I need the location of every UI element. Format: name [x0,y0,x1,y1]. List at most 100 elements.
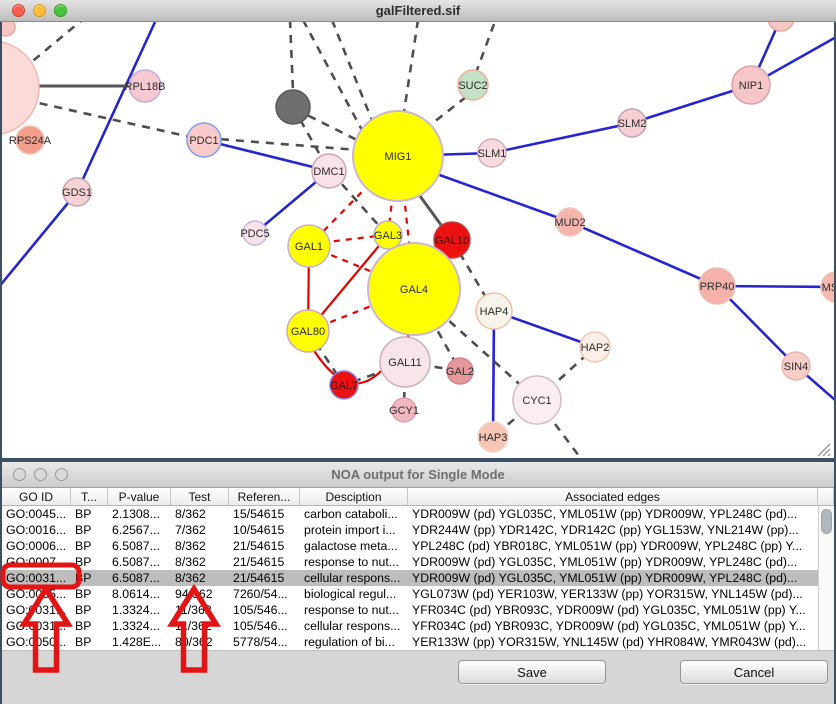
noa-window-titlebar[interactable]: NOA output for Single Mode [2,462,834,488]
column-header-t-[interactable]: T... [71,488,108,505]
cell-type: BP [71,602,108,618]
graph-edge[interactable] [290,22,293,91]
column-header-referen-[interactable]: Referen... [229,488,300,505]
cell-p-value: 6.5087... [108,554,171,570]
cell-reference: 105/546... [229,618,300,634]
column-header-desciption[interactable]: Desciption [300,488,408,505]
graph-edge[interactable] [477,24,494,70]
graph-node-label: GCY1 [389,405,419,417]
cell-associated-edges: YDR009W (pd) YGL035C, YML051W (pp) YDR00… [408,506,818,522]
cell-test: 80/362 [171,634,229,650]
graph-node[interactable] [276,90,310,124]
cell-go-id: GO:0006... [2,538,71,554]
column-header-p-value[interactable]: P-value [108,488,171,505]
cell-test: 7/362 [171,522,229,538]
table-row[interactable]: GO:0007...BP6.5087...8/36221/54615respon… [2,554,818,570]
minimize-button[interactable] [34,468,47,481]
network-graph[interactable]: RPL18BRPS24AGDS1PDC1DMC1MIG1SUC2SLM1SLM2… [2,22,834,458]
graph-node-label: SIN4 [784,361,808,373]
table-row[interactable]: GO:0016...BP6.2567...7/36210/54615protei… [2,522,818,538]
resize-grip[interactable] [828,454,830,456]
cell-reference: 15/54615 [229,506,300,522]
cell-test: 11/362 [171,618,229,634]
cell-p-value: 6.5087... [108,538,171,554]
graph-edge[interactable] [2,192,77,288]
network-window: galFiltered.sif RPL18BRPS24AGDS1PDC1DMC1… [0,0,836,458]
cell-associated-edges: YER133W (pp) YOR315W, YNL145W (pd) YHR08… [408,634,818,650]
cell-test: 11/362 [171,602,229,618]
graph-edge[interactable] [570,222,717,286]
graph-edge[interactable] [77,22,155,192]
table-row[interactable]: GO:0031...BP6.5087...8/36221/54615cellul… [2,570,818,586]
close-button[interactable] [12,4,25,17]
graph-node[interactable] [2,41,39,135]
graph-node-label: GAL4 [400,284,428,296]
cell-description: carbon cataboli... [300,506,408,522]
graph-node-label: CYC1 [522,395,551,407]
column-header-go-id[interactable]: GO ID [2,488,71,505]
graph-edge[interactable] [204,140,329,171]
graph-node-label: GDS1 [62,187,92,199]
cell-description: biological regul... [300,586,408,602]
network-window-titlebar[interactable]: galFiltered.sif [0,0,836,22]
zoom-button[interactable] [55,468,68,481]
graph-edge[interactable] [493,311,494,437]
cell-test: 8/362 [171,538,229,554]
table-row[interactable]: GO:0031...BP1.3324...11/362105/546...res… [2,602,818,618]
graph-node-label: GAL80 [291,326,325,338]
graph-edge[interactable] [404,22,418,112]
graph-edge[interactable] [429,97,466,126]
graph-node-label: SLM2 [618,118,647,130]
table-row[interactable]: GO:0065...BP8.0614...94/3627260/54...bio… [2,586,818,602]
window-title: NOA output for Single Mode [331,467,505,482]
graph-node-label: MUD2 [554,217,585,229]
button-strip: Save Cancel [2,650,834,704]
cell-description: protein import i... [300,522,408,538]
cell-reference: 5778/54... [229,634,300,650]
cell-type: BP [71,586,108,602]
cell-p-value: 8.0614... [108,586,171,602]
table-row[interactable]: GO:0050...BP1.428E...80/3625778/54...reg… [2,634,818,650]
cancel-button[interactable]: Cancel [680,660,828,684]
table-row[interactable]: GO:0031...BP1.3324...11/362105/546...cel… [2,618,818,634]
close-button[interactable] [13,468,26,481]
column-header-associated-edges[interactable]: Associated edges [408,488,818,505]
zoom-button[interactable] [54,4,67,17]
cell-go-id: GO:0016... [2,522,71,538]
graph-node-label: HAP4 [480,306,509,318]
cell-type: BP [71,634,108,650]
minimize-button[interactable] [33,4,46,17]
network-canvas[interactable]: RPL18BRPS24AGDS1PDC1DMC1MIG1SUC2SLM1SLM2… [2,22,834,458]
cell-associated-edges: YPL248C (pd) YBR018C, YML051W (pp) YDR00… [408,538,818,554]
cell-p-value: 6.5087... [108,570,171,586]
save-button[interactable]: Save [458,660,606,684]
cell-reference: 7260/54... [229,586,300,602]
scrollbar-thumb[interactable] [821,509,832,534]
graph-edge[interactable] [25,100,204,140]
cell-type: BP [71,538,108,554]
graph-node-label: SUC2 [458,80,487,92]
column-header[interactable] [818,488,834,505]
noa-window: NOA output for Single Mode GO IDT...P-va… [0,462,836,704]
graph-edge[interactable] [206,138,358,150]
vertical-scrollbar[interactable] [818,506,834,650]
cell-p-value: 2.1308... [108,506,171,522]
graph-edge[interactable] [332,22,373,123]
cell-type: BP [71,618,108,634]
graph-node-label: GAL11 [388,357,421,369]
table-row[interactable]: GO:0045...BP2.1308...8/36215/54615carbon… [2,506,818,522]
cell-associated-edges: YFR034C (pd) YBR093C, YDR009W (pd) YGL03… [408,602,818,618]
graph-node[interactable] [2,22,15,36]
table-row[interactable]: GO:0006...BP6.5087...8/36221/54615galact… [2,538,818,554]
graph-node[interactable] [768,22,794,31]
graph-node-label: HAP2 [581,342,610,354]
cell-go-id: GO:0065... [2,586,71,602]
cell-associated-edges: YDR244W (pp) YDR142C, YDR142C (pp) YGL15… [408,522,818,538]
graph-node-label: GAL1 [295,241,323,253]
cell-p-value: 6.2567... [108,522,171,538]
cell-test: 8/362 [171,506,229,522]
graph-node-label: PDC5 [240,228,269,240]
graph-edge[interactable] [492,123,632,153]
cell-reference: 21/54615 [229,538,300,554]
column-header-test[interactable]: Test [171,488,229,505]
